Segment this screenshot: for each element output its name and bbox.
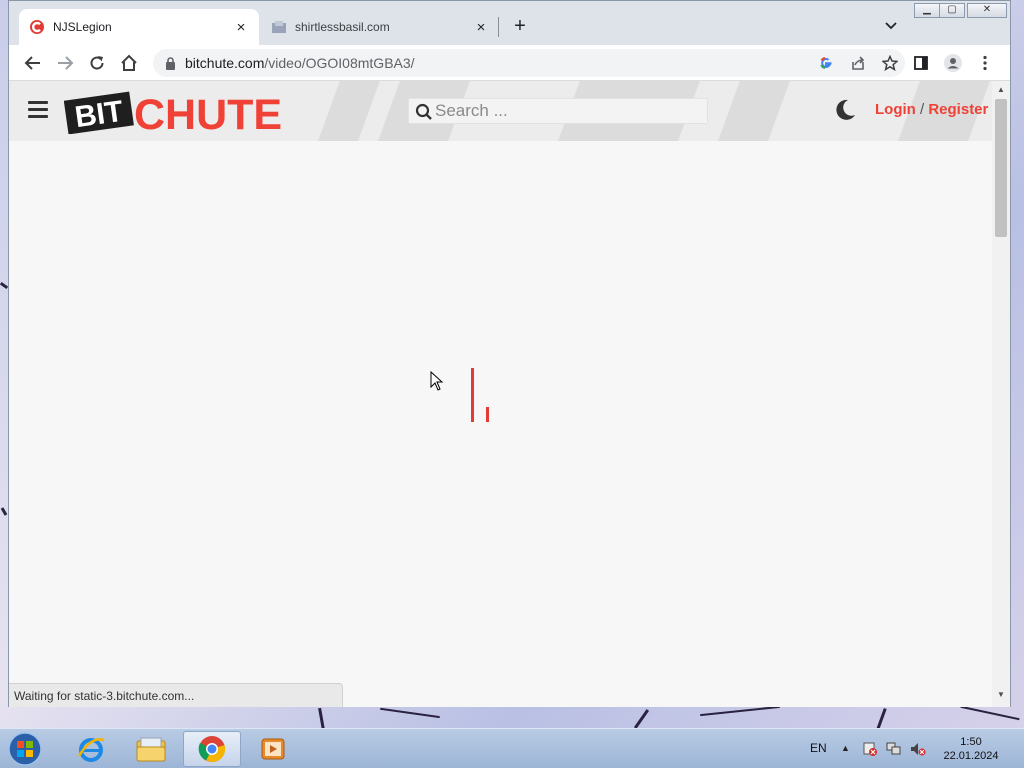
- tab-close-icon[interactable]: ×: [473, 19, 489, 36]
- browser-toolbar: bitchute.com/video/OGOI08mtGBA3/: [9, 45, 1010, 81]
- tab-separator: [498, 17, 499, 37]
- wallpaper-stroke: [0, 507, 8, 516]
- system-clock[interactable]: 1:50 22.01.2024: [938, 735, 1004, 763]
- moon-icon[interactable]: [833, 98, 857, 122]
- address-bar[interactable]: bitchute.com/video/OGOI08mtGBA3/: [153, 49, 905, 77]
- forward-icon[interactable]: [53, 51, 77, 75]
- wallpaper-stroke: [0, 281, 9, 290]
- wallpaper-stroke: [876, 708, 887, 730]
- share-icon[interactable]: [849, 54, 867, 72]
- taskbar-file-explorer[interactable]: [122, 731, 180, 767]
- header-decoration: [718, 81, 790, 141]
- taskbar: EN ▲ 1:50 22.01.2024: [0, 728, 1024, 768]
- folder-icon: [136, 737, 166, 762]
- url-text[interactable]: bitchute.com/video/OGOI08mtGBA3/: [185, 55, 415, 71]
- tab-strip: NJSLegion × shirtlessbasil.com × + ▁ ▢ ✕: [9, 1, 1010, 45]
- wallpaper-stroke: [633, 709, 650, 729]
- wallpaper-stroke: [318, 707, 325, 731]
- header-decoration: [318, 81, 380, 141]
- language-indicator[interactable]: EN: [810, 741, 827, 755]
- logo-chute-text: CHUTE: [134, 91, 282, 134]
- mouse-cursor-icon: [430, 371, 444, 391]
- logo-bit-text: BIT: [73, 95, 125, 134]
- status-bubble: Waiting for static-3.bitchute.com...: [9, 683, 343, 707]
- tab-search-icon[interactable]: [882, 16, 900, 34]
- auth-separator: /: [920, 101, 925, 118]
- scroll-down-arrow-icon[interactable]: ▼: [997, 690, 1005, 699]
- auth-links: Login / Register: [875, 101, 988, 118]
- star-icon[interactable]: [881, 54, 899, 72]
- maximize-button[interactable]: ▢: [939, 3, 965, 18]
- chrome-icon: [198, 736, 226, 763]
- reload-icon[interactable]: [85, 51, 109, 75]
- kebab-menu-icon[interactable]: [973, 51, 997, 75]
- tab-title: shirtlessbasil.com: [295, 20, 390, 34]
- site-header: BIT CHUTE Login / Register: [9, 81, 992, 141]
- tab-title: NJSLegion: [53, 20, 112, 34]
- register-link[interactable]: Register: [928, 101, 988, 118]
- page-viewport: BIT CHUTE Login / Register: [9, 81, 1010, 707]
- search-input[interactable]: [435, 101, 695, 121]
- close-window-button[interactable]: ✕: [967, 3, 1007, 18]
- clock-time: 1:50: [960, 736, 982, 748]
- taskbar-chrome[interactable]: [183, 731, 241, 767]
- url-host: bitchute.com: [185, 55, 265, 71]
- tab-shirtlessbasil[interactable]: shirtlessbasil.com ×: [261, 9, 499, 45]
- tab-close-icon[interactable]: ×: [233, 19, 249, 36]
- profile-icon[interactable]: [941, 51, 965, 75]
- taskbar-internet-explorer[interactable]: [62, 731, 120, 767]
- scroll-up-arrow-icon[interactable]: ▲: [997, 85, 1005, 94]
- internet-explorer-icon: [77, 738, 105, 762]
- google-icon[interactable]: [817, 54, 835, 72]
- page-scrollbar[interactable]: ▲ ▼: [992, 81, 1010, 707]
- taskbar-media-player[interactable]: [244, 731, 302, 767]
- search-icon[interactable]: [415, 103, 433, 121]
- browser-window: NJSLegion × shirtlessbasil.com × + ▁ ▢ ✕: [8, 0, 1011, 707]
- back-icon[interactable]: [21, 51, 45, 75]
- url-path: /video/OGOI08mtGBA3/: [264, 55, 415, 71]
- home-icon[interactable]: [117, 51, 141, 75]
- volume-muted-icon[interactable]: [910, 742, 926, 756]
- wallpaper-stroke: [380, 707, 440, 719]
- scroll-thumb[interactable]: [995, 99, 1007, 237]
- clock-date: 22.01.2024: [943, 750, 999, 762]
- tray-expand-icon[interactable]: ▲: [841, 743, 850, 753]
- wallpaper-stroke: [960, 705, 1020, 721]
- side-panel-icon[interactable]: [909, 51, 933, 75]
- site-favicon: [272, 21, 286, 33]
- loading-spinner-bar: [486, 407, 489, 422]
- action-center-icon[interactable]: [862, 742, 878, 756]
- network-icon[interactable]: [886, 742, 902, 756]
- minimize-button[interactable]: ▁: [914, 3, 940, 18]
- login-link[interactable]: Login: [875, 101, 916, 118]
- lock-icon[interactable]: [165, 57, 176, 70]
- loading-spinner-bar: [471, 368, 474, 422]
- media-player-icon: [261, 738, 285, 760]
- bitchute-favicon: [30, 20, 44, 34]
- wallpaper-stroke: [700, 705, 780, 717]
- start-button[interactable]: [6, 731, 44, 767]
- new-tab-button[interactable]: +: [509, 14, 531, 38]
- bitchute-logo[interactable]: BIT CHUTE: [64, 90, 296, 134]
- tab-njslegion[interactable]: NJSLegion ×: [19, 9, 259, 45]
- site-search[interactable]: [408, 98, 708, 124]
- menu-icon[interactable]: [28, 101, 48, 119]
